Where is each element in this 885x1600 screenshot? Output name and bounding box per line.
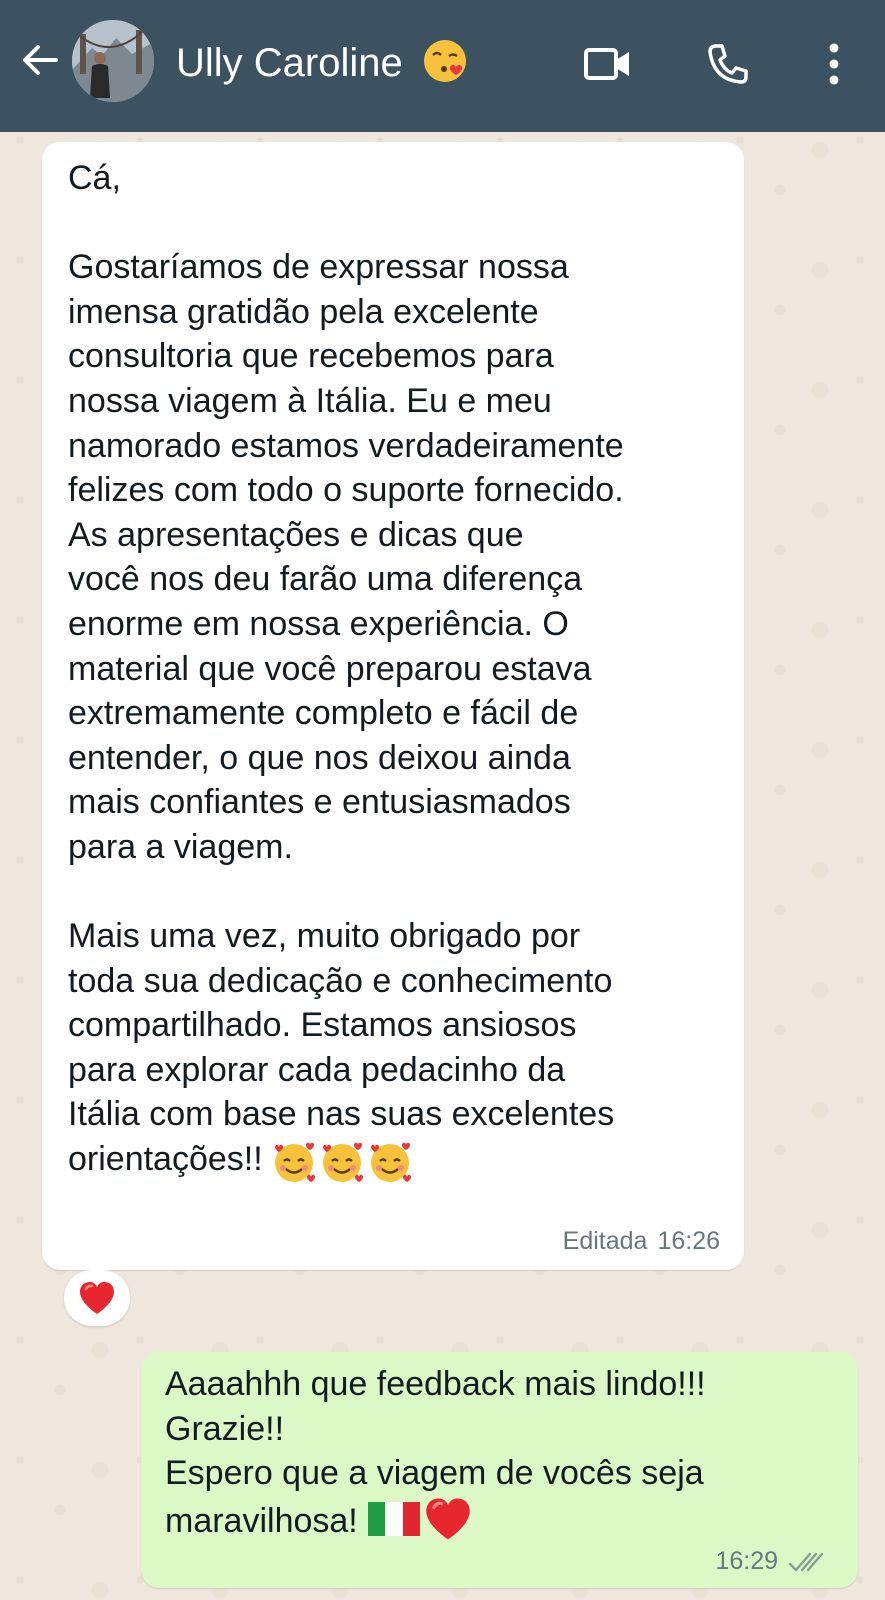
message-time: 16:26	[657, 1227, 720, 1255]
double-check-icon	[788, 1552, 824, 1571]
flag-italy-icon	[367, 1501, 420, 1536]
voice-call-button[interactable]	[700, 36, 756, 92]
more-vertical-icon	[829, 43, 839, 85]
reaction-badge[interactable]	[64, 1270, 130, 1326]
contact-avatar[interactable]	[72, 20, 154, 102]
incoming-message[interactable]: Cá, Gostaríamos de expressar nossa imens…	[42, 142, 744, 1270]
red-heart-icon	[80, 1282, 114, 1314]
message-time: 16:29	[715, 1547, 778, 1575]
paragraph-body: Gostaríamos de expressar nossa imensa gr…	[68, 248, 624, 866]
contact-name-text: Ully Caroline	[176, 41, 403, 85]
video-call-button[interactable]	[580, 36, 636, 92]
chat-header: Ully Caroline	[0, 0, 885, 132]
video-camera-icon	[584, 48, 629, 80]
phone-icon	[708, 44, 748, 84]
paragraph-greeting: Cá,	[68, 159, 121, 197]
more-options-button[interactable]	[806, 36, 862, 92]
contact-name[interactable]: Ully Caroline	[176, 38, 468, 88]
message-text: Cá, Gostaríamos de expressar nossa imens…	[68, 156, 720, 1185]
face-blowing-kiss-icon	[423, 40, 466, 82]
message-text: Aaaahhh que feedback mais lindo!!! Grazi…	[165, 1362, 828, 1543]
back-button[interactable]	[18, 38, 62, 82]
smiling-face-with-hearts-icon	[322, 1142, 363, 1182]
edited-label: Editada	[562, 1227, 648, 1255]
smiling-face-with-hearts-icon	[274, 1142, 315, 1182]
outgoing-message[interactable]: Aaaahhh que feedback mais lindo!!! Grazi…	[141, 1352, 858, 1588]
red-heart-icon	[426, 1498, 470, 1540]
message-meta: 16:29	[715, 1547, 828, 1576]
emoji-group	[269, 1138, 413, 1185]
smiling-face-with-hearts-icon	[370, 1142, 411, 1182]
arrow-left-icon	[23, 45, 58, 75]
message-meta: Editada 16:26	[563, 1227, 720, 1256]
